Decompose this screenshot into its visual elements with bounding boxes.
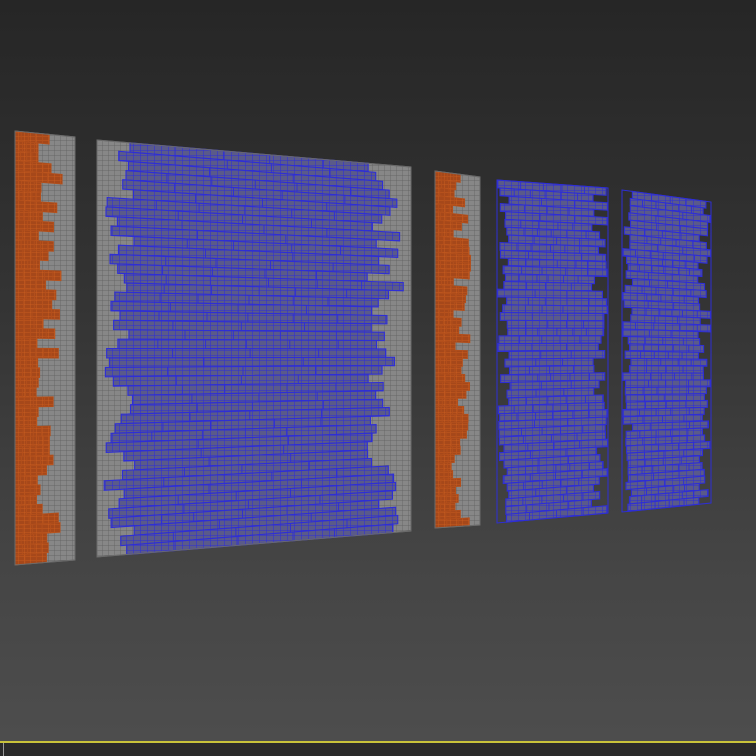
brick-row — [499, 311, 605, 322]
brick-row — [434, 437, 461, 448]
brick-row — [14, 367, 41, 378]
wall-panel-5[interactable] — [621, 189, 712, 513]
brick-row — [14, 337, 38, 349]
brick-row — [14, 484, 41, 497]
brick-row — [14, 278, 47, 291]
timeline-track[interactable] — [0, 743, 756, 756]
brick-row — [434, 324, 460, 335]
brick-row — [14, 288, 57, 301]
wall-panel-3[interactable] — [434, 170, 481, 529]
brick-row — [14, 416, 38, 428]
brick-row — [14, 406, 39, 418]
brick-row — [506, 319, 605, 329]
brick-row — [14, 327, 56, 340]
brick-row — [434, 389, 467, 399]
3d-viewport[interactable] — [0, 0, 756, 756]
wall-panel-4[interactable] — [496, 179, 609, 524]
brick-row — [434, 486, 457, 496]
brick-row — [498, 335, 602, 345]
brick-row — [507, 327, 605, 337]
brick-row — [434, 349, 468, 359]
brick-row — [106, 347, 387, 359]
brick-row — [434, 413, 469, 423]
brick-row — [14, 425, 51, 438]
brick-row — [434, 340, 456, 351]
brick-row — [14, 396, 54, 408]
brick-row — [14, 229, 39, 242]
brick-row — [630, 357, 708, 367]
brick-row — [621, 372, 704, 381]
brick-row — [434, 381, 470, 391]
brick-row — [14, 445, 50, 457]
brick-row — [14, 318, 44, 330]
wall-panel-2[interactable] — [96, 139, 412, 558]
brick-row — [14, 435, 50, 448]
brick-row — [434, 357, 463, 367]
viewport-scene[interactable] — [0, 0, 756, 756]
wall-panel-1[interactable] — [14, 130, 76, 566]
brick-row — [434, 454, 455, 464]
brick-row — [434, 405, 465, 415]
brick-row — [14, 474, 38, 487]
timeline-frame-marker — [3, 743, 4, 756]
brick-row — [14, 308, 60, 320]
brick-row — [14, 298, 53, 310]
brick-row — [434, 373, 466, 383]
